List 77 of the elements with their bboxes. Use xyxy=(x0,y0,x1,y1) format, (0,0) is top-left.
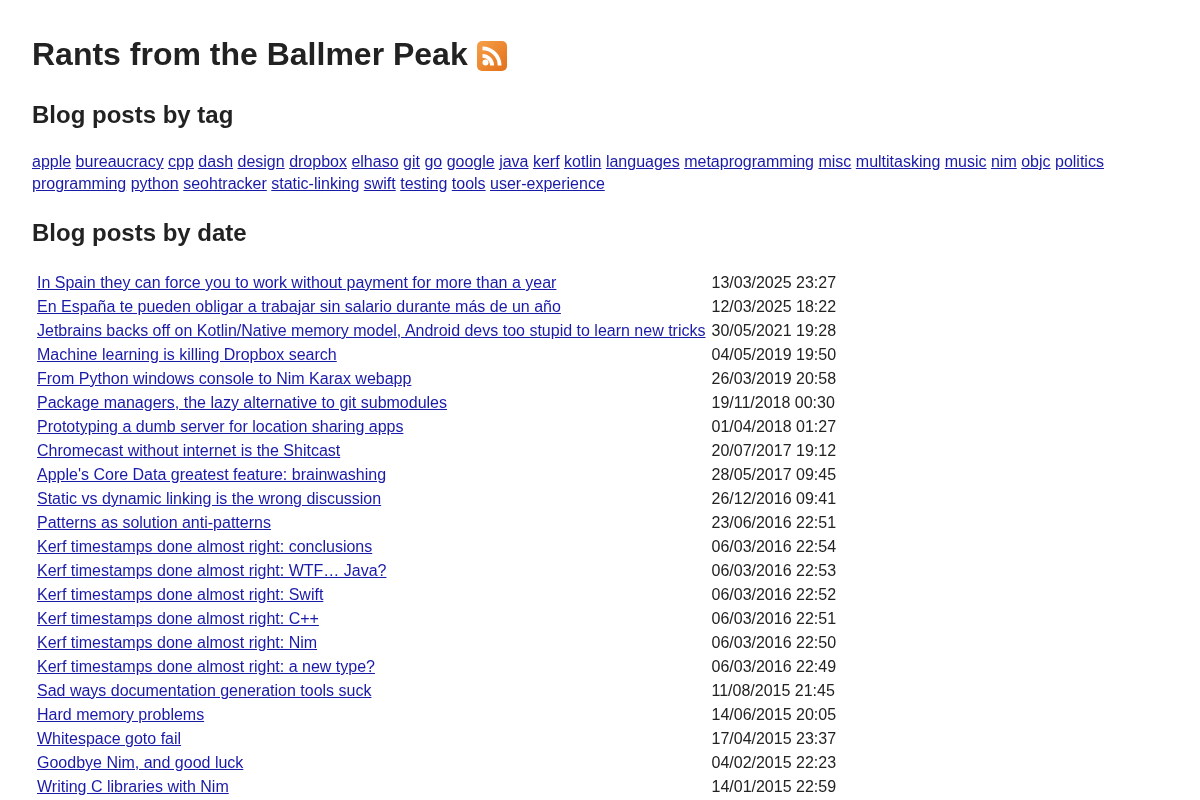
post-date: 06/03/2016 22:51 xyxy=(711,610,837,627)
tag-link[interactable]: music xyxy=(944,153,987,170)
post-link[interactable]: Writing C libraries with Nim xyxy=(37,778,229,795)
tag-link[interactable]: elhaso xyxy=(351,153,399,170)
tag-link[interactable]: testing xyxy=(400,175,448,192)
post-date: 06/03/2016 22:50 xyxy=(711,634,837,651)
tag-link[interactable]: programming xyxy=(32,175,127,192)
tag-link[interactable]: java xyxy=(499,153,529,170)
post-link[interactable]: Apple's Core Data greatest feature: brainwashing xyxy=(37,466,387,483)
post-link[interactable]: Prototyping a dumb server for location sharing apps xyxy=(37,418,404,435)
tag-link[interactable]: bureaucracy xyxy=(75,153,164,170)
post-date: 01/04/2018 01:27 xyxy=(711,418,837,435)
tag-link[interactable]: cpp xyxy=(168,153,194,170)
post-link[interactable]: Hard memory problems xyxy=(37,706,205,723)
tag-link[interactable]: tools xyxy=(451,175,486,192)
tag-link[interactable]: dash xyxy=(198,153,234,170)
tag-link[interactable]: kerf xyxy=(532,153,560,170)
post-date: 04/05/2019 19:50 xyxy=(711,346,837,363)
tag-link[interactable]: politics xyxy=(1055,153,1104,170)
post-link[interactable]: Jetbrains backs off on Kotlin/Native memory model, Android devs too stupid to learn new tricks xyxy=(37,322,706,339)
post-link[interactable]: Static vs dynamic linking is the wrong discussion xyxy=(37,490,382,507)
post-link[interactable]: Kerf timestamps done almost right: Nim xyxy=(37,634,318,651)
section-heading: Blog posts by date xyxy=(32,219,248,247)
post-date: 13/03/2025 23:27 xyxy=(711,274,837,291)
tag-link[interactable]: go xyxy=(424,153,443,170)
tag-link[interactable]: kotlin xyxy=(564,153,602,170)
post-link[interactable]: Chromecast without internet is the Shitcast xyxy=(37,442,341,459)
post-link[interactable]: From Python windows console to Nim Karax webapp xyxy=(37,370,412,387)
tag-link[interactable]: python xyxy=(130,175,179,192)
post-link[interactable]: Goodbye Nim, and good luck xyxy=(37,754,244,771)
post-date: 11/08/2015 21:45 xyxy=(711,682,835,699)
tag-link[interactable]: google xyxy=(446,153,495,170)
tag-link[interactable]: apple xyxy=(32,153,72,170)
post-link[interactable]: Sad ways documentation generation tools suck xyxy=(37,682,372,699)
post-date: 04/02/2015 22:23 xyxy=(711,754,837,771)
tag-link[interactable]: objc xyxy=(1021,153,1051,170)
post-link[interactable]: Package managers, the lazy alternative to git submodules xyxy=(37,394,447,411)
post-date: 06/03/2016 22:49 xyxy=(711,658,837,675)
tag-link[interactable]: languages xyxy=(605,153,680,170)
post-link[interactable]: En España te pueden obligar a trabajar sin salario durante más de un año xyxy=(37,298,561,315)
post-link[interactable]: Kerf timestamps done almost right: C++ xyxy=(37,610,319,627)
tag-link[interactable]: nim xyxy=(990,153,1017,170)
post-date: 20/07/2017 19:12 xyxy=(711,442,837,459)
post-date: 12/03/2025 18:22 xyxy=(711,298,837,315)
tag-link[interactable]: design xyxy=(237,153,285,170)
post-link[interactable]: Machine learning is killing Dropbox search xyxy=(37,346,337,363)
rss-feed-icon[interactable] xyxy=(476,40,507,71)
post-link[interactable]: Kerf timestamps done almost right: a new type? xyxy=(37,658,375,675)
section-heading: Blog posts by tag xyxy=(32,101,235,129)
post-date: 06/03/2016 22:54 xyxy=(711,538,837,555)
post-date: 23/06/2016 22:51 xyxy=(711,514,837,531)
post-date: 28/05/2017 09:45 xyxy=(711,466,837,483)
post-link[interactable]: Patterns as solution anti-patterns xyxy=(37,514,271,531)
post-date: 14/01/2015 22:59 xyxy=(711,778,837,795)
tag-link[interactable]: misc xyxy=(818,153,852,170)
tag-link[interactable]: swift xyxy=(363,175,396,192)
post-date: 17/04/2015 23:37 xyxy=(711,730,837,747)
post-date: 06/03/2016 22:52 xyxy=(711,586,837,603)
post-date: 19/11/2018 00:30 xyxy=(711,394,835,411)
post-date: 26/12/2016 09:41 xyxy=(711,490,837,507)
post-date: 14/06/2015 20:05 xyxy=(711,706,837,723)
post-link[interactable]: Whitespace goto fail xyxy=(37,730,182,747)
post-link[interactable]: In Spain they can force you to work without payment for more than a year xyxy=(37,274,557,291)
post-link[interactable]: Kerf timestamps done almost right: conclusions xyxy=(37,538,373,555)
post-date: 30/05/2021 19:28 xyxy=(711,322,837,339)
tag-link[interactable]: metaprogramming xyxy=(684,153,814,170)
tag-link[interactable]: static-linking xyxy=(271,175,360,192)
tag-link[interactable]: multitasking xyxy=(855,153,941,170)
tag-link[interactable]: user-experience xyxy=(490,175,605,192)
tag-link[interactable]: seohtracker xyxy=(183,175,267,192)
post-link[interactable]: Kerf timestamps done almost right: WTF… Java? xyxy=(37,562,387,579)
tag-link[interactable]: dropbox xyxy=(289,153,347,170)
post-date: 26/03/2019 20:58 xyxy=(711,370,837,387)
post-date: 06/03/2016 22:53 xyxy=(711,562,837,579)
post-link[interactable]: Kerf timestamps done almost right: Swift xyxy=(37,586,324,603)
blog-title: Rants from the Ballmer Peak xyxy=(32,36,468,73)
tag-link[interactable]: git xyxy=(403,153,420,170)
